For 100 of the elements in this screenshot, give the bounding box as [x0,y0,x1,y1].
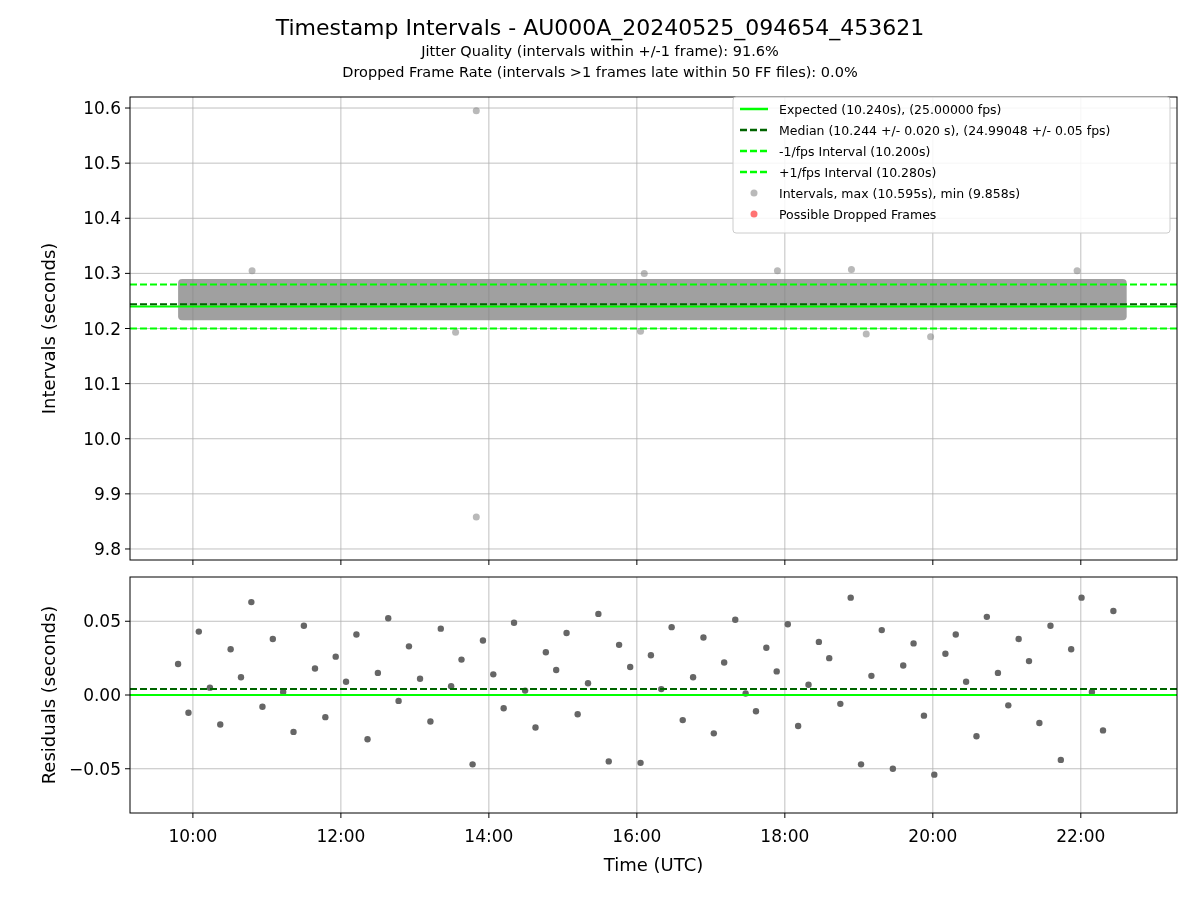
data-point [248,598,255,606]
data-point [627,663,634,671]
data-point [1036,719,1043,727]
data-point [763,644,770,651]
data-point [931,771,938,778]
data-point [563,629,570,637]
data-point [689,674,697,681]
y-axis-title: Intervals (seconds) [38,242,59,415]
legend-label: Median (10.244 +/- 0.020 s), (24.99048 +/- 0.05 fps) [779,122,1111,138]
data-point [332,653,339,660]
y-tick-label: 10.0 [83,428,121,449]
legend-marker [750,189,758,197]
data-point [805,681,812,688]
data-point [385,615,392,622]
data-point [447,682,455,690]
legend-label: -1/fps Interval (10.200s) [779,143,931,159]
x-tick-label: 18:00 [760,826,810,846]
data-point [605,758,612,765]
data-point [416,675,424,682]
data-point [469,761,476,768]
data-point [500,705,507,712]
data-point [427,718,434,725]
data-point [374,669,382,677]
data-point [742,690,749,697]
data-point [364,736,371,743]
data-point [862,330,870,338]
data-point [1073,267,1081,275]
chart-subtitle: Jitter Quality (intervals within +/-1 frame): 91.6% [421,42,779,61]
data-point [994,669,1002,677]
data-point [574,711,581,718]
data-point [206,684,214,691]
data-point [472,513,480,521]
y-axis-title: Residuals (seconds) [38,605,59,785]
data-point [521,687,529,694]
data-point [826,654,833,662]
data-point [532,724,539,731]
data-point [1088,688,1096,696]
x-axis-title: Time (UTC) [603,854,704,875]
data-point [752,708,760,715]
legend-label: Expected (10.240s), (25.00000 fps) [779,101,1002,117]
data-point [259,703,266,710]
data-point [1078,594,1085,601]
legend-label: Possible Dropped Frames [779,206,937,222]
y-tick-label: 0.00 [83,685,121,705]
data-point [1047,622,1054,629]
y-tick-label: 9.9 [93,483,121,504]
data-point [615,641,623,649]
data-point [395,697,402,705]
data-point [889,765,897,772]
data-point [584,680,592,687]
y-tick-label: 10.5 [83,153,121,174]
data-point [353,631,360,638]
data-point [942,650,949,657]
legend-line [740,128,768,132]
data-point [322,713,329,721]
data-point [342,678,350,685]
data-point [952,631,959,638]
data-point [595,610,602,618]
data-point [542,649,550,656]
data-point [311,665,319,672]
data-point [1005,702,1012,709]
data-point [452,328,460,336]
y-tick-label: 10.6 [83,98,121,118]
x-tick-label: 22:00 [1056,826,1106,846]
y-tick-label: −0.05 [68,758,121,779]
data-point [679,716,686,724]
data-point [773,267,781,275]
legend-label: +1/fps Interval (10.280s) [779,164,937,180]
data-point [647,652,655,659]
data-point [794,722,802,730]
legend-label: Intervals, max (10.595s), min (9.858s) [779,185,1021,201]
data-point [962,678,970,685]
data-point [1015,635,1022,643]
legend-line [740,149,768,153]
data-point [1110,607,1117,615]
data-point [720,659,728,666]
data-point [437,625,444,632]
y-tick-label: 10.4 [83,208,121,229]
y-tick-label: 10.3 [83,263,121,284]
data-point [710,730,717,737]
x-tick-label: 14:00 [464,826,514,846]
data-point [479,637,487,644]
data-point [857,761,865,768]
data-point [668,623,675,631]
data-point [174,660,182,668]
legend-line [740,107,768,111]
chart-subtitle: Dropped Frame Rate (intervals >1 frames late within 50 FF files): 0.0% [342,63,858,82]
data-point [185,709,192,716]
data-point [279,688,287,696]
data-point [658,685,665,693]
data-point [195,628,202,635]
data-point [868,672,875,680]
data-point [227,646,234,653]
data-point [405,643,413,650]
data-point [510,619,518,626]
legend-marker [750,210,758,218]
data-point [927,333,935,341]
y-tick-label: 10.1 [83,373,121,394]
data-point [640,269,648,277]
data-point [878,626,885,634]
